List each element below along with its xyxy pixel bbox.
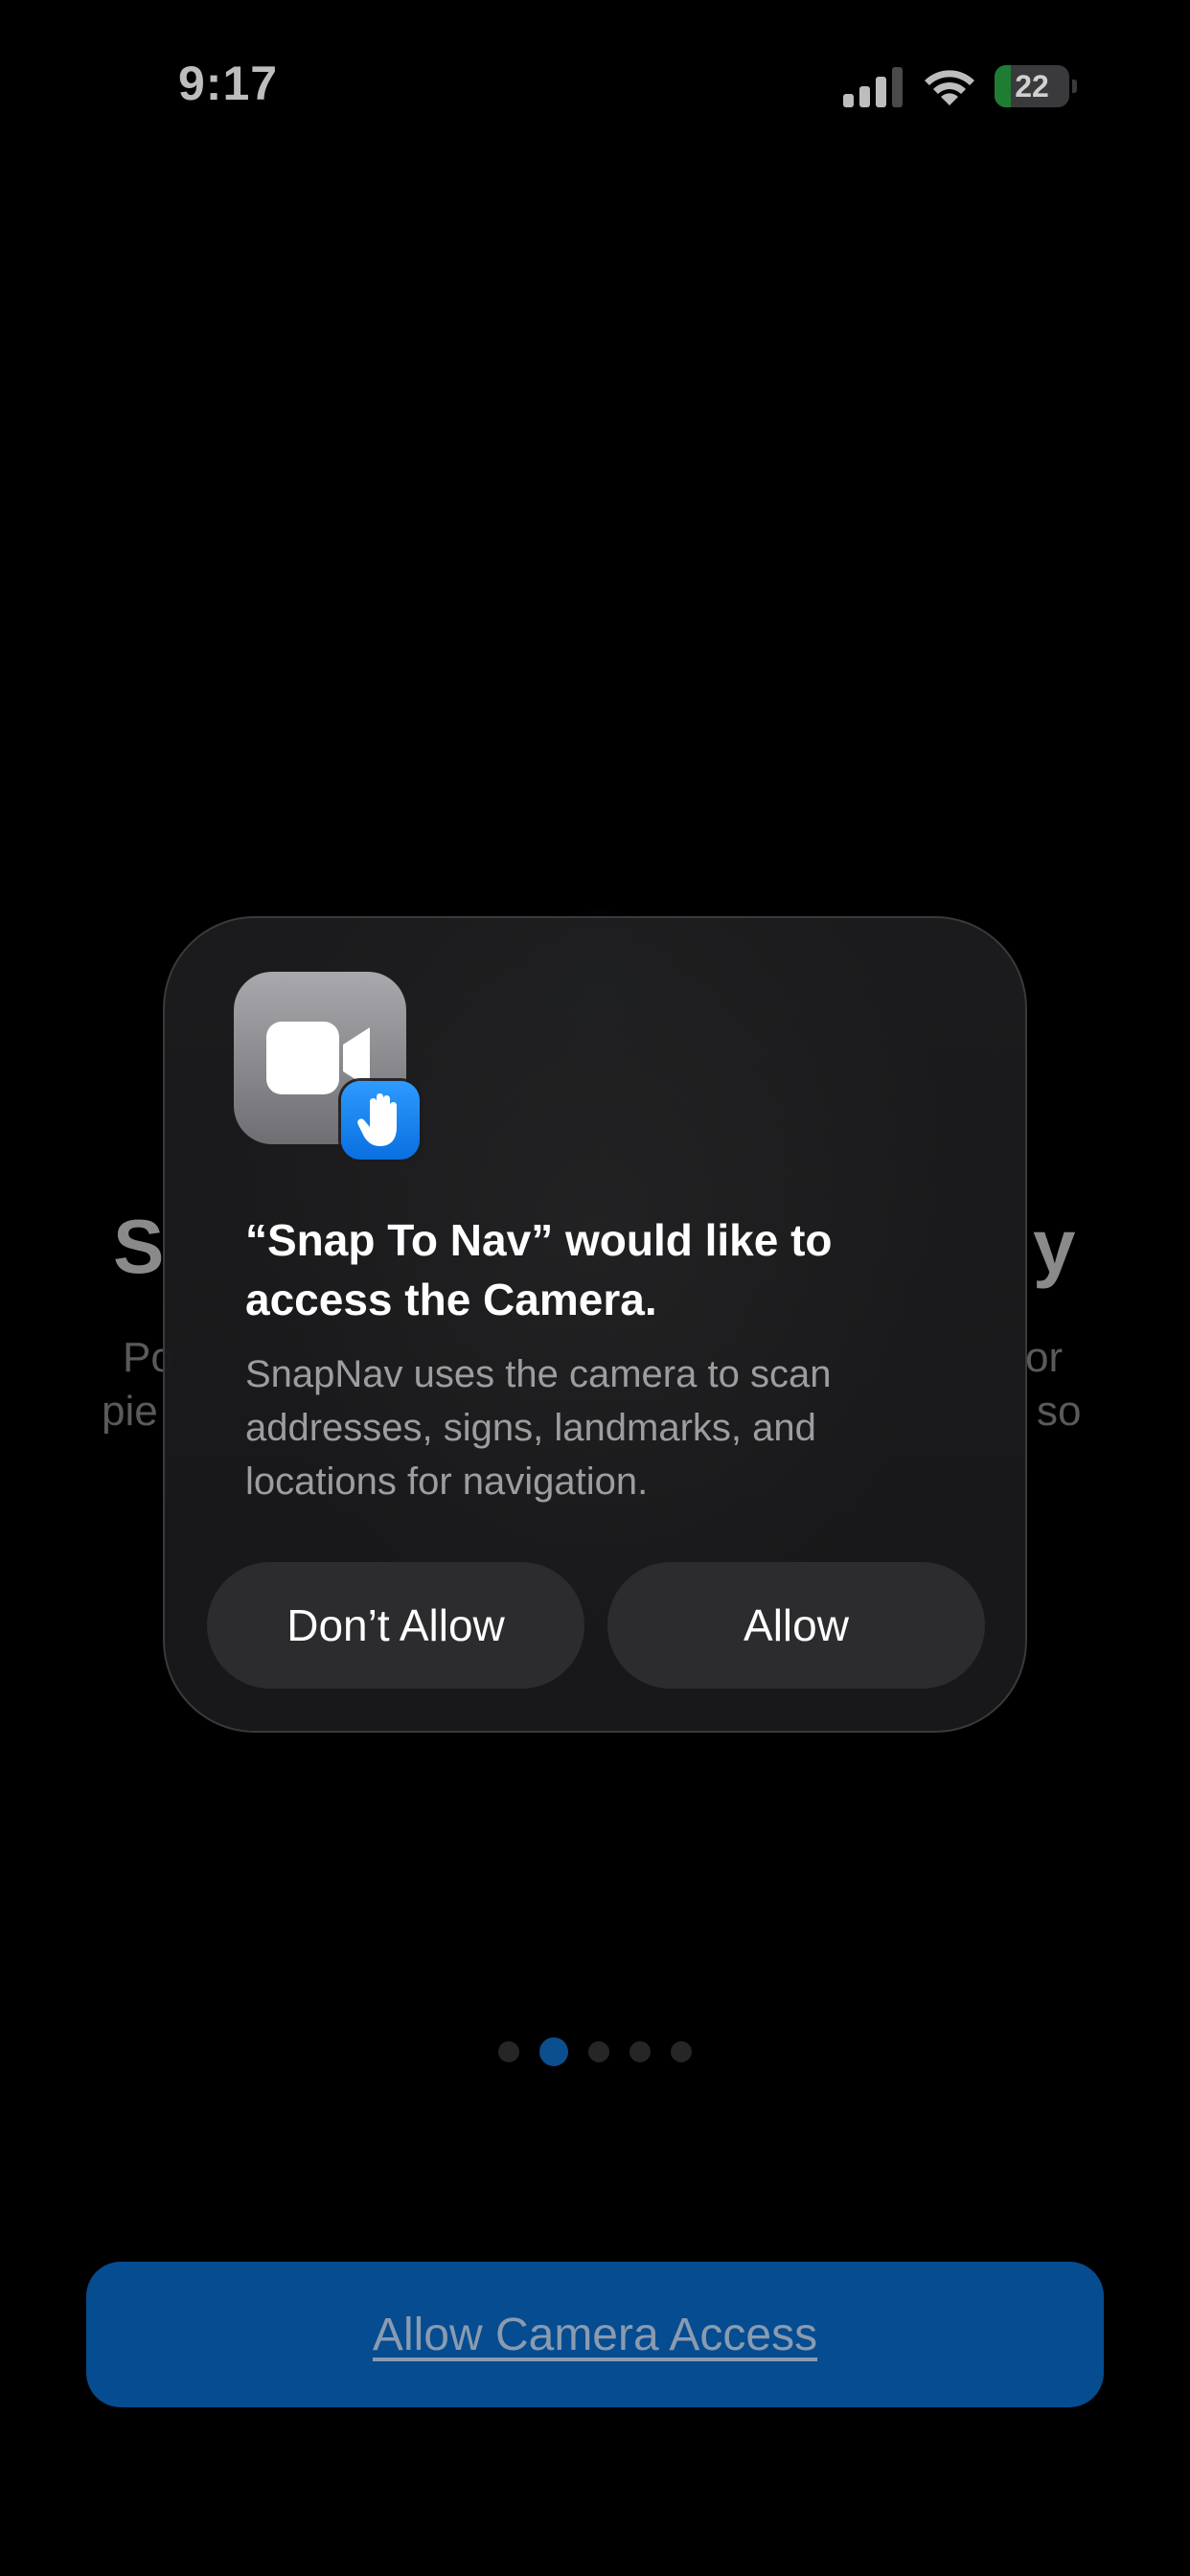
page-dot[interactable] [588, 2041, 609, 2062]
onboarding-heading-left: S [113, 1204, 165, 1289]
camera-permission-alert: “Snap To Nav” would like to access the C… [163, 916, 1027, 1733]
privacy-hand-icon [341, 1081, 420, 1160]
allow-camera-access-button[interactable]: Allow Camera Access [86, 2262, 1104, 2407]
page-dot[interactable] [629, 2041, 651, 2062]
alert-message: SnapNav uses the camera to scan addresse… [245, 1353, 832, 1503]
allow-button[interactable]: Allow [607, 1562, 985, 1689]
page-dot[interactable] [498, 2041, 519, 2062]
page-dot[interactable] [671, 2041, 692, 2062]
onboarding-body-line2-left: pie [102, 1388, 158, 1435]
onboarding-body-line1-right: or [1025, 1334, 1064, 1381]
dont-allow-button[interactable]: Don’t Allow [207, 1562, 584, 1689]
app-icon-group [234, 972, 422, 1160]
onboarding-body-line2-right: so [1037, 1388, 1082, 1435]
alert-title: “Snap To Nav” would like to access the C… [245, 1215, 833, 1324]
page-indicator[interactable] [0, 2037, 1190, 2066]
page-dot-active[interactable] [539, 2037, 568, 2066]
onboarding-heading-right: y [1033, 1204, 1076, 1289]
